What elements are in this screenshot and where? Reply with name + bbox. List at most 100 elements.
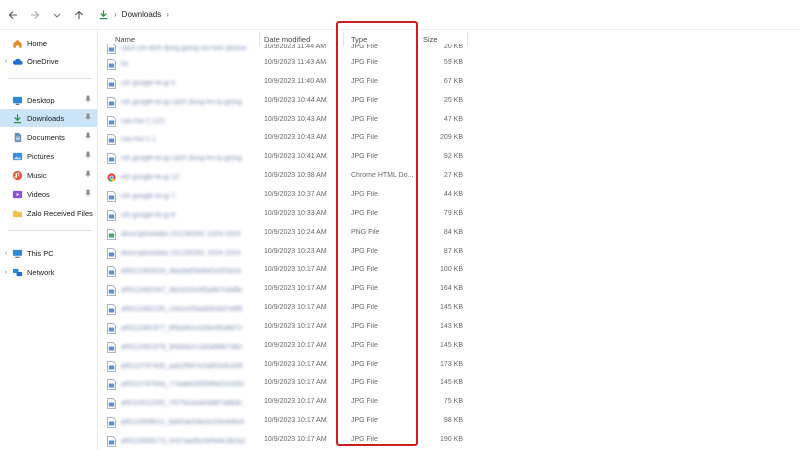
table-row[interactable]: af9112483418_4ba3a0f3e8af1e2f3a1b 10/9/20… [99,261,800,280]
table-row[interactable]: cth google-te-gi 7 10/9/2023 10:37 AM JPG … [99,186,800,205]
table-row[interactable]: af9110508173_0c67aa0bc0e5d4c3b2a1 10/9/20… [99,431,800,450]
file-name-cell[interactable]: cth google-te-gi 8 [107,209,259,221]
jpg-file-icon [107,379,121,391]
table-row[interactable]: cth google-te-gi-cach-dung-tro-ly-giong 1… [99,148,800,167]
chevron-right-icon[interactable]: › [0,250,12,257]
pin-icon[interactable] [84,113,92,121]
forward-button[interactable] [24,4,46,26]
file-name-cell[interactable]: af9112483418_4ba3a0f3e8af1e2f3a1b [107,266,259,278]
sidebar-item-label: Pictures [27,151,55,161]
file-name-cell[interactable]: af9110508011_8a92ae04b2a1f3e4d5c6 [107,417,259,429]
table-row[interactable]: af9110797644_77aabb200589af1e2d3c 10/9/20… [99,374,800,393]
dropdown-history-button[interactable] [46,4,68,26]
table-row[interactable]: cth google-te-gi 8 10/9/2023 10:33 AM JPG … [99,205,800,224]
chevron-right-icon[interactable]: › [0,269,12,276]
pin-icon[interactable] [84,151,92,159]
column-resize-handle[interactable] [467,32,468,46]
file-name-cell[interactable]: af9112481977_8f9a0b1c2d3e4f5a6b7c [107,322,259,334]
table-row[interactable]: af9112482347_4bcd1f2e4f5a6b7c8d9e 10/9/20… [99,280,800,299]
file-name-cell[interactable]: af9112481978_9f4d3e2c1b0a9f8e7d6c [107,341,259,353]
sidebar-item-onedrive[interactable]: › OneDrive [0,52,97,70]
file-name-cell[interactable]: af9112482347_4bcd1f2e4f5a6b7c8d9e [107,285,259,297]
table-row[interactable]: af9112481977_8f9a0b1c2d3e4f5a6b7c 10/9/20… [99,318,800,337]
cloud-icon [12,56,23,67]
file-name-cell[interactable]: tts [107,59,259,70]
breadcrumb-item[interactable]: Downloads [122,10,162,19]
file-name-cell[interactable]: descriptivedata 151230291 1024-1024 [107,247,259,259]
file-name-cell[interactable]: af9110797635_aab2f6d7e2a8f1b3c4d5 [107,360,259,372]
arrow-left-icon [8,10,17,19]
chevron-right-icon[interactable]: › [166,10,169,19]
file-name-cell[interactable]: af9112482235_c0d1e2f3a4b5c6d7e8f9 [107,304,259,315]
file-date: 10/9/2023 10:44 AM [264,96,327,104]
file-name-cell[interactable]: cth google-te-gi-cach-dung-tro-ly-giong [107,153,259,165]
file-name: af9110508011_8a92ae04b2a1f3e4d5c6 [121,419,245,427]
sidebar-item-documents[interactable]: Documents [0,128,97,146]
sidebar-item-pictures[interactable]: Pictures [0,147,97,165]
table-row[interactable]: cth google-te-gi-cach-dung-tro-ly-giong 1… [99,92,800,111]
sidebar-item-network[interactable]: › Network [0,263,97,281]
breadcrumb[interactable]: › Downloads › [98,9,174,20]
column-header-date[interactable]: Date modified [264,35,310,44]
table-row[interactable]: descriptivedata 151230291 1024-1024 10/9/… [99,224,800,243]
file-size: 190 KB [440,436,463,443]
file-date: 10/9/2023 10:17 AM [264,436,327,443]
file-name-cell[interactable]: cau-hoi-1 1 [107,134,259,146]
file-name-cell[interactable]: descriptivedata 151230291 1024-1024 [107,228,259,240]
file-name: af9110511055_7f575e1b4e5d6f7a8b9c [121,400,243,408]
table-row[interactable]: af9110508011_8a92ae04b2a1f3e4d5c6 10/9/20… [99,412,800,431]
file-name-cell[interactable]: cth google-te-gi-cach-dung-tro-ly-giong [107,96,259,108]
column-header-size[interactable]: Size [423,35,438,44]
jpg-file-icon [107,134,121,146]
table-row[interactable]: cth google-te-gi 12 10/9/2023 10:38 AM Chr… [99,167,800,186]
sidebar-item-downloads[interactable]: Downloads [0,109,97,127]
column-resize-handle[interactable] [259,32,260,46]
file-name: descriptivedata 151230291 1024-1024 [121,249,241,257]
chevron-down-icon [53,13,61,18]
pin-icon[interactable] [84,170,92,178]
column-header-name[interactable]: Name [115,35,135,44]
file-name-cell[interactable]: cth google-te-gi 5 [107,77,259,89]
file-size: 27 KB [443,172,463,180]
sidebar-item-this-pc[interactable]: › This PC [0,244,97,262]
back-button[interactable] [2,4,24,26]
chevron-right-icon[interactable]: › [0,58,12,65]
file-name-cell[interactable]: af9110511055_7f575e1b4e5d6f7a8b9c [107,398,259,410]
table-row[interactable]: cau-hoi-1 (12) 10/9/2023 10:43 AM JPG File… [99,111,800,130]
table-row[interactable]: cau-hoi-1 1 10/9/2023 10:43 AM JPG File 209… [99,129,800,148]
table-row[interactable]: descriptivedata 151230291 1024-1024 10/9/… [99,243,800,262]
pin-icon[interactable] [84,189,92,197]
jpg-file-icon [107,43,121,54]
jpg-file-icon [107,436,121,447]
file-name-cell[interactable]: cth google-te-gi 12 [107,172,259,183]
sidebar-item-videos[interactable]: Videos [0,185,97,203]
pin-icon[interactable] [84,132,92,140]
table-row[interactable]: af9112481978_9f4d3e2c1b0a9f8e7d6c 10/9/20… [99,337,800,356]
pin-icon[interactable] [84,95,92,103]
jpg-file-icon [107,398,121,410]
file-name-cell[interactable]: cau-hoi-1 (12) [107,115,259,127]
up-button[interactable] [68,4,90,26]
table-row[interactable]: af9110511055_7f575e1b4e5d6f7a8b9c 10/9/20… [99,393,800,412]
file-size: 84 KB [443,228,463,236]
videos-icon [12,189,23,200]
music-icon [12,170,23,181]
file-name-cell[interactable]: af9110508173_0c67aa0bc0e5d4c3b2a1 [107,436,259,447]
file-size: 59 KB [443,59,463,66]
file-name-cell[interactable]: cach chi dinh dung giong noi tren iphone [107,43,259,54]
table-row[interactable]: cth google-te-gi 5 10/9/2023 11:40 AM JPG … [99,73,800,92]
table-row[interactable]: af9110797635_aab2f6d7e2a8f1b3c4d5 10/9/20… [99,356,800,375]
sidebar-item-music[interactable]: Music [0,166,97,184]
file-name: tts [121,61,129,68]
file-name-cell[interactable]: af9110797644_77aabb200589af1e2d3c [107,379,259,391]
sidebar-item-desktop[interactable]: Desktop [0,91,97,109]
file-date: 10/9/2023 11:44 AM [264,43,327,50]
file-date: 10/9/2023 10:43 AM [264,134,327,142]
arrow-right-icon [31,10,40,19]
file-name-cell[interactable]: cth google-te-gi 7 [107,191,259,202]
sidebar-item-zalo-received-files[interactable]: Zalo Received Files [0,204,97,222]
sidebar-item-home[interactable]: Home [0,34,97,52]
table-row[interactable]: tts 10/9/2023 11:43 AM JPG File 59 KB [99,54,800,73]
jpg-file-icon [107,59,121,70]
table-row[interactable]: af9112482235_c0d1e2f3a4b5c6d7e8f9 10/9/20… [99,299,800,318]
